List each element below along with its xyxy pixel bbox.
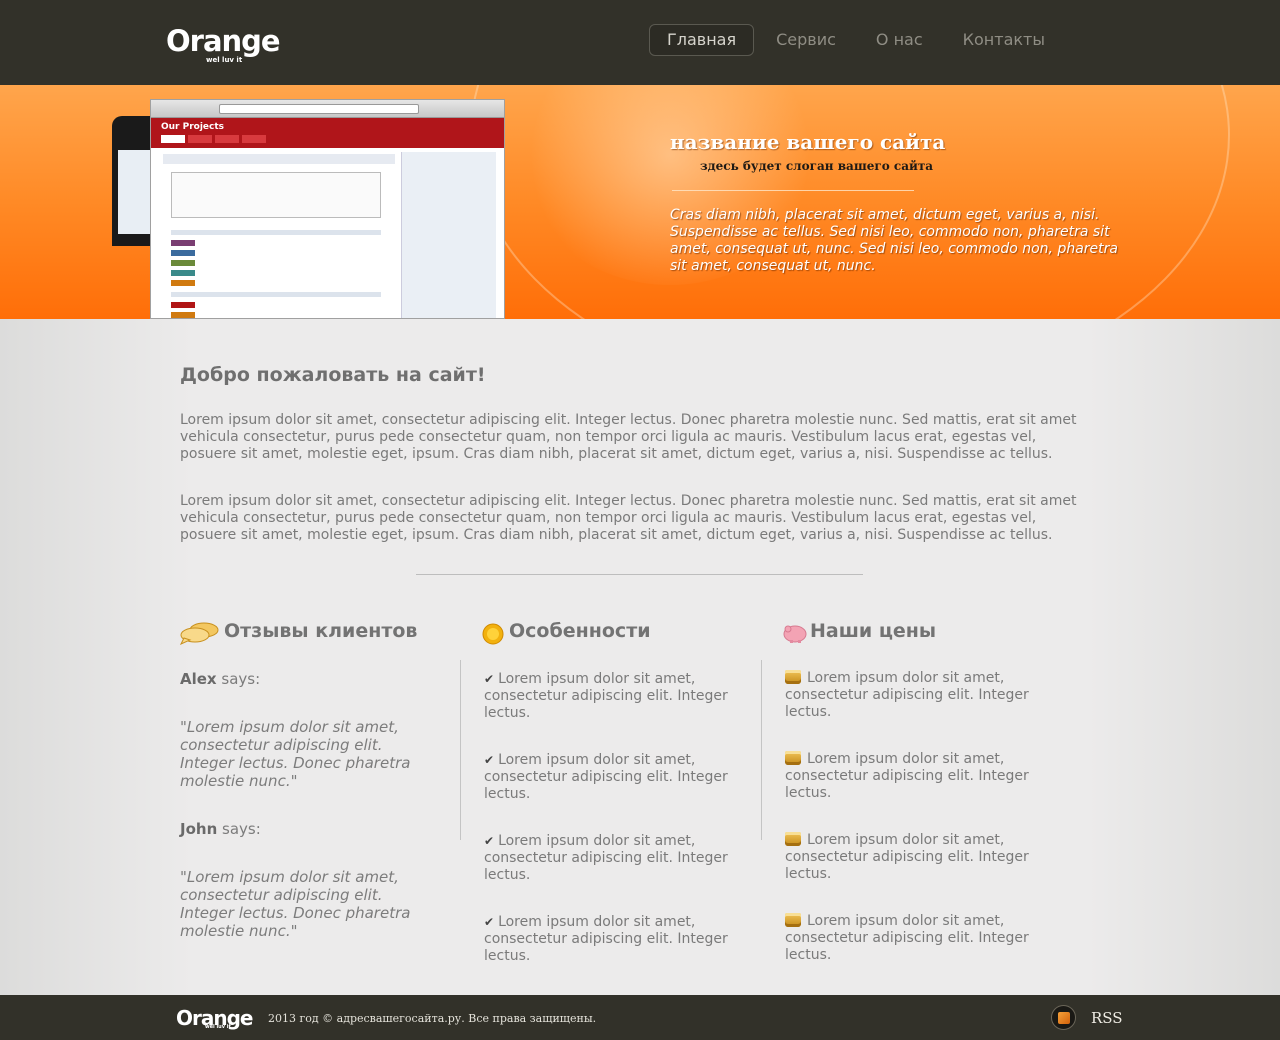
site-title: название вашего сайта	[670, 130, 946, 154]
price-item: Lorem ipsum dolor sit amet, consectetur …	[785, 670, 1029, 720]
banner-divider	[672, 190, 914, 191]
main-nav: Главная Сервис О нас Контакты	[649, 24, 1067, 56]
check-icon: ✔	[484, 672, 495, 686]
browser-list-tag	[171, 302, 195, 308]
browser-list-tag	[171, 312, 195, 318]
feature-item: ✔ Lorem ipsum dolor sit amet, consectetur…	[484, 671, 728, 721]
browser-list-tag	[171, 250, 195, 256]
browser-calendar	[171, 172, 381, 218]
price-item: Lorem ipsum dolor sit amet, consectetur …	[785, 832, 1029, 882]
coins-icon	[785, 913, 801, 927]
reviews-title: Отзывы клиентов	[224, 620, 418, 642]
browser-list-tag	[171, 260, 195, 266]
browser-main-heading	[163, 154, 395, 164]
prices-title: Наши цены	[810, 620, 937, 642]
review-author: Alex says:	[180, 670, 261, 688]
intro-paragraph: Lorem ipsum dolor sit amet, consectetur …	[180, 412, 1077, 462]
coins-icon	[785, 751, 801, 765]
feature-item: ✔ Lorem ipsum dolor sit amet, consectetur…	[484, 752, 728, 802]
sun-icon	[482, 623, 504, 645]
review-quote: "Lorem ipsum dolor sit amet, consectetur…	[180, 868, 411, 940]
column-divider	[761, 660, 762, 840]
rss-icon[interactable]	[1051, 1005, 1076, 1030]
section-divider	[416, 574, 863, 575]
browser-list-row	[171, 292, 381, 297]
coins-icon	[785, 670, 801, 684]
review-quote: "Lorem ipsum dolor sit amet, consectetur…	[180, 718, 411, 790]
browser-app-title: Our Projects	[161, 122, 225, 132]
logo-tagline: wel luv it	[206, 56, 243, 64]
browser-list-tag	[171, 240, 195, 246]
features-title: Особенности	[509, 620, 651, 642]
browser-app-header: Our Projects	[151, 118, 504, 148]
check-icon: ✔	[484, 753, 495, 767]
feature-item: ✔ Lorem ipsum dolor sit amet, consectetur…	[484, 914, 728, 964]
piggy-bank-icon	[783, 625, 807, 643]
nav-item-service[interactable]: Сервис	[758, 24, 854, 56]
browser-sidebar	[401, 152, 496, 318]
intro-paragraph: Lorem ipsum dolor sit amet, consectetur …	[180, 493, 1077, 543]
copyright: 2013 год © адресвашегосайта.ру. Все прав…	[268, 1012, 597, 1025]
logo[interactable]: Orange	[166, 26, 281, 56]
nav-item-contacts[interactable]: Контакты	[945, 24, 1063, 56]
price-item: Lorem ipsum dolor sit amet, consectetur …	[785, 913, 1029, 963]
rss-link[interactable]: RSS	[1091, 1009, 1123, 1027]
nav-item-home[interactable]: Главная	[649, 24, 755, 56]
browser-toolbar	[151, 100, 504, 118]
column-divider	[460, 660, 461, 840]
browser-list-tag	[171, 280, 195, 286]
browser-list-tag	[171, 270, 195, 276]
site-slogan: здесь будет слоган вашего сайта	[700, 159, 934, 173]
browser-app-tabs	[161, 135, 266, 143]
feature-item: ✔ Lorem ipsum dolor sit amet, consectetur…	[484, 833, 728, 883]
welcome-title: Добро пожаловать на сайт!	[180, 364, 486, 386]
browser-url-bar	[219, 104, 419, 114]
footer-logo-tagline: wel luv it	[205, 1024, 231, 1030]
chat-bubbles-icon	[180, 622, 219, 645]
check-icon: ✔	[484, 915, 495, 929]
price-item: Lorem ipsum dolor sit amet, consectetur …	[785, 751, 1029, 801]
coins-icon	[785, 832, 801, 846]
banner-text: Cras diam nibh, placerat sit amet, dictu…	[670, 207, 1118, 274]
nav-item-about[interactable]: О нас	[858, 24, 941, 56]
review-author: John says:	[180, 820, 261, 838]
browser-list-row	[171, 230, 381, 235]
check-icon: ✔	[484, 834, 495, 848]
browser-screenshot-image: Our Projects	[150, 99, 505, 319]
